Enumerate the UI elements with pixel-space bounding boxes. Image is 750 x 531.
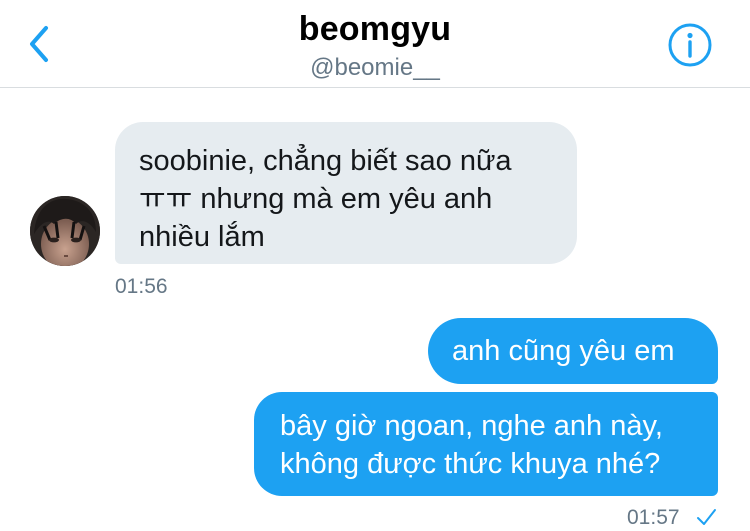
info-button[interactable] — [667, 22, 713, 68]
message-text: anh cũng yêu em — [452, 335, 675, 367]
info-circle-icon — [668, 23, 712, 67]
conversation-header: beomgyu @beomie__ — [0, 0, 750, 88]
message-timestamp: 01:56 — [115, 275, 168, 298]
message-text: soobinie, chẳng biết sao nữa — [139, 145, 512, 177]
conversation-title[interactable]: beomgyu — [0, 10, 750, 49]
message-text: bây giờ ngoan, nghe anh này, — [280, 410, 663, 442]
avatar[interactable] — [30, 196, 100, 266]
message-text: không được thức khuya nhé? — [280, 448, 661, 480]
message-bubble-received[interactable]: soobinie, chẳng biết sao nữa ㅠㅠ nhưng mà… — [115, 122, 577, 264]
conversation-handle: @beomie__ — [310, 54, 440, 81]
message-timestamp: 01:57 — [627, 506, 680, 529]
message-text: nhiều lắm — [139, 221, 265, 253]
checkmark-icon — [697, 509, 716, 525]
message-bubble-sent[interactable]: bây giờ ngoan, nghe anh này, không được … — [254, 392, 718, 496]
dm-conversation-screen: beomgyu @beomie__ soobinie, chẳng biết s… — [0, 0, 750, 531]
message-text: ㅠㅠ nhưng mà em yêu anh — [139, 183, 493, 215]
profile-photo — [30, 196, 100, 266]
message-bubble-sent[interactable]: anh cũng yêu em — [428, 318, 718, 384]
